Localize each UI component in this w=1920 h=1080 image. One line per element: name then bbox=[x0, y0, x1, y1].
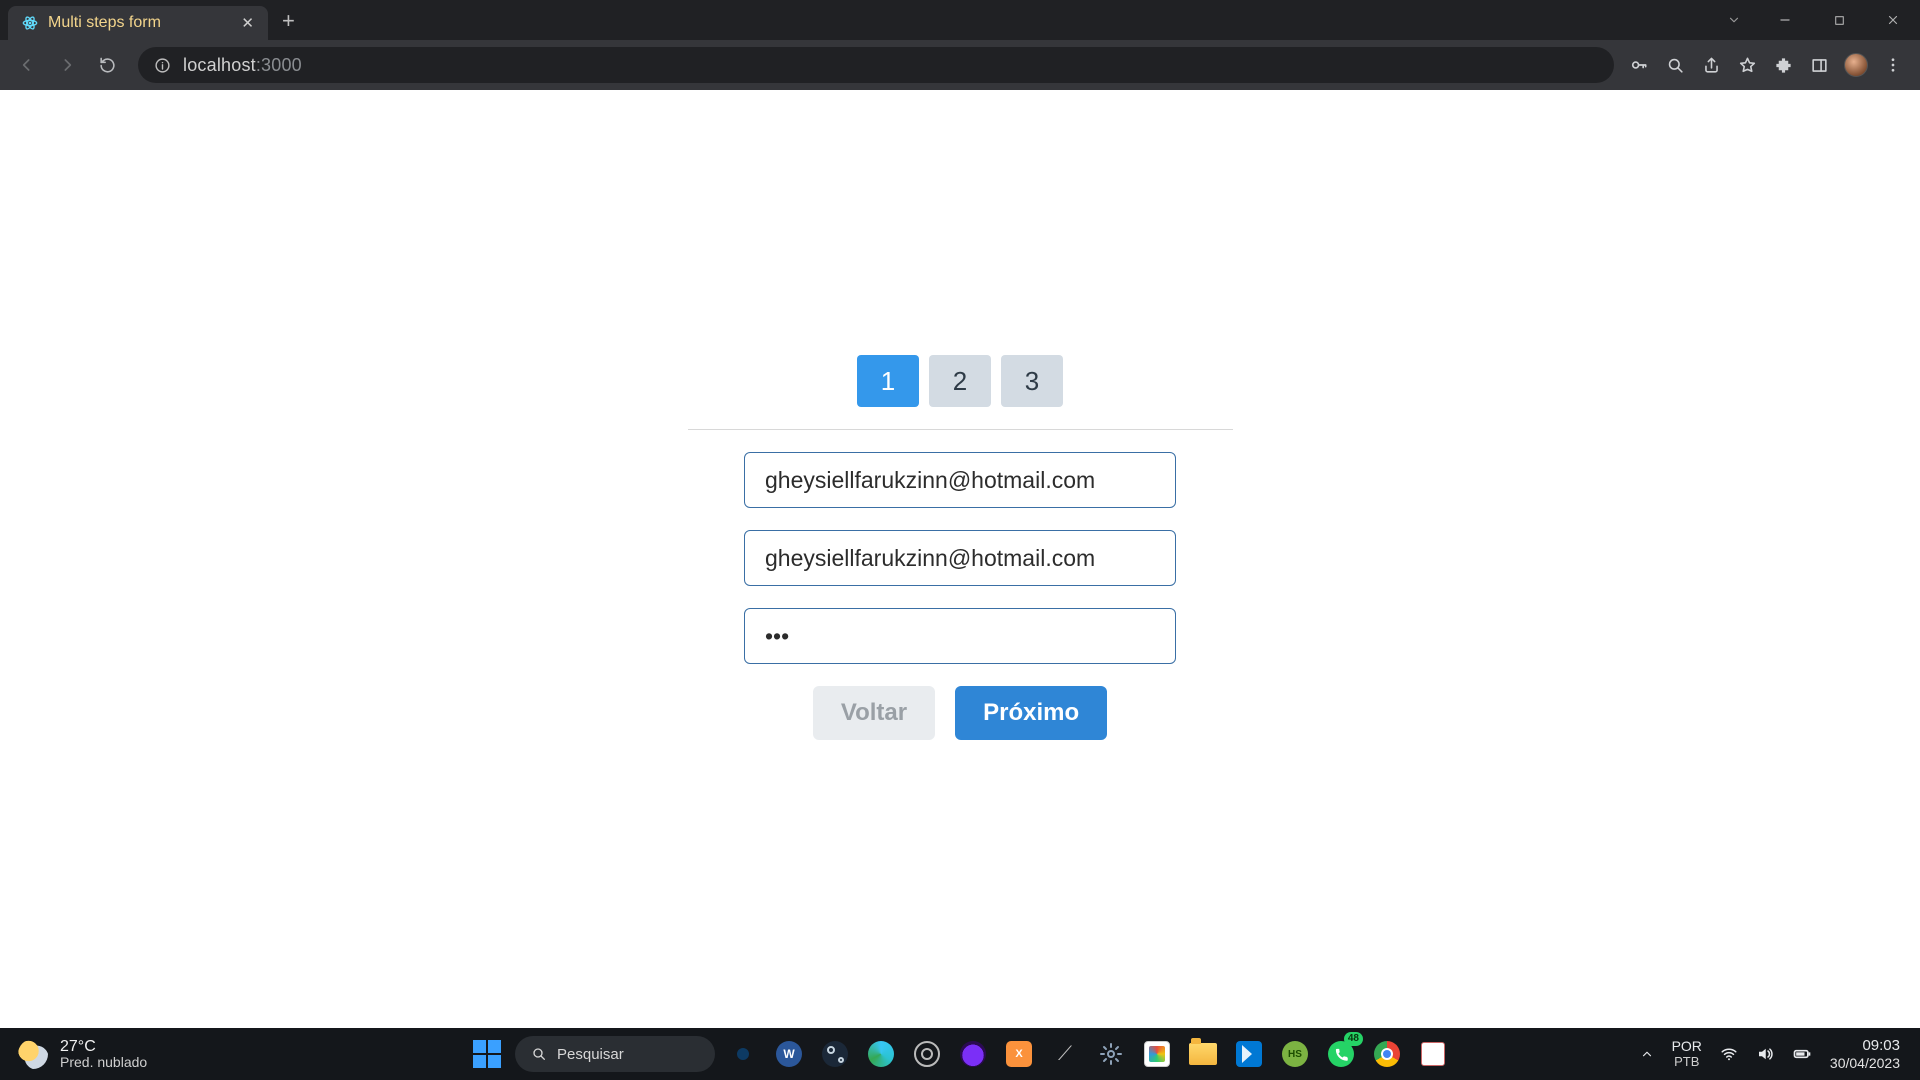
bookmark-star-icon[interactable] bbox=[1736, 54, 1758, 76]
tray-overflow-button[interactable] bbox=[1640, 1047, 1654, 1061]
side-panel-icon[interactable] bbox=[1808, 54, 1830, 76]
tab-strip: Multi steps form ✕ + bbox=[0, 0, 1920, 40]
url-host: localhost bbox=[183, 55, 256, 75]
clock-time: 09:03 bbox=[1830, 1037, 1900, 1054]
extensions-icon[interactable] bbox=[1772, 54, 1794, 76]
wifi-icon[interactable] bbox=[1720, 1045, 1738, 1063]
taskbar-search-placeholder: Pesquisar bbox=[557, 1046, 624, 1063]
nav-forward-button[interactable] bbox=[50, 48, 84, 82]
tray-clock[interactable]: 09:03 30/04/2023 bbox=[1830, 1037, 1900, 1070]
step-3[interactable]: 3 bbox=[1001, 355, 1063, 407]
taskbar-app-photos[interactable] bbox=[1139, 1036, 1175, 1072]
weather-text: 27°C Pred. nublado bbox=[60, 1038, 147, 1071]
multistep-form: 1 2 3 Voltar Próximo bbox=[688, 355, 1233, 740]
taskbar-center: Pesquisar W X ⟋ HS 48 bbox=[469, 1036, 1451, 1072]
taskbar-search[interactable]: Pesquisar bbox=[515, 1036, 715, 1072]
taskbar-app-chrome[interactable] bbox=[1369, 1036, 1405, 1072]
clock-date: 30/04/2023 bbox=[1830, 1055, 1900, 1071]
taskbar-app-explorer[interactable] bbox=[1185, 1036, 1221, 1072]
windows-logo-icon bbox=[473, 1040, 501, 1068]
email-field[interactable] bbox=[744, 452, 1176, 508]
taskbar-app-obs[interactable] bbox=[909, 1036, 945, 1072]
taskbar-weather-widget[interactable]: 27°C Pred. nublado bbox=[0, 1038, 147, 1071]
page-viewport: 1 2 3 Voltar Próximo bbox=[0, 90, 1920, 1028]
volume-icon[interactable] bbox=[1756, 1045, 1774, 1063]
toolbar-right-icons bbox=[1628, 53, 1910, 77]
window-close-button[interactable] bbox=[1866, 0, 1920, 40]
taskbar-app-vscode[interactable] bbox=[1231, 1036, 1267, 1072]
taskbar-app-hs[interactable]: HS bbox=[1277, 1036, 1313, 1072]
browser-toolbar: localhost:3000 bbox=[0, 40, 1920, 90]
password-field[interactable] bbox=[744, 608, 1176, 664]
site-info-icon[interactable] bbox=[154, 57, 171, 74]
taskbar-app-whatsapp[interactable]: 48 bbox=[1323, 1036, 1359, 1072]
taskbar-app-steam[interactable] bbox=[817, 1036, 853, 1072]
taskbar-app-bing[interactable] bbox=[725, 1036, 761, 1072]
weather-temp: 27°C bbox=[60, 1038, 147, 1056]
tab-close-button[interactable]: ✕ bbox=[241, 14, 254, 32]
tray-language[interactable]: POR PTB bbox=[1672, 1039, 1702, 1069]
lang-line1: POR bbox=[1672, 1039, 1702, 1054]
start-button[interactable] bbox=[469, 1036, 505, 1072]
taskbar-app-generic2[interactable] bbox=[1415, 1036, 1451, 1072]
new-tab-button[interactable]: + bbox=[268, 8, 309, 34]
taskbar-app-firefox[interactable] bbox=[955, 1036, 991, 1072]
taskbar-app-settings[interactable] bbox=[1093, 1036, 1129, 1072]
step-indicator-row: 1 2 3 bbox=[688, 355, 1233, 430]
tab-search-button[interactable] bbox=[1710, 0, 1758, 40]
confirm-email-field[interactable] bbox=[744, 530, 1176, 586]
form-actions: Voltar Próximo bbox=[688, 686, 1233, 740]
chrome-menu-icon[interactable] bbox=[1882, 54, 1904, 76]
windows-taskbar: 27°C Pred. nublado Pesquisar W X ⟋ HS 48 bbox=[0, 1028, 1920, 1080]
weather-desc: Pred. nublado bbox=[60, 1055, 147, 1070]
tab-title: Multi steps form bbox=[48, 14, 231, 32]
browser-chrome: Multi steps form ✕ + bbox=[0, 0, 1920, 90]
zoom-icon[interactable] bbox=[1664, 54, 1686, 76]
address-bar-url: localhost:3000 bbox=[183, 55, 302, 76]
share-icon[interactable] bbox=[1700, 54, 1722, 76]
password-key-icon[interactable] bbox=[1628, 54, 1650, 76]
window-maximize-button[interactable] bbox=[1812, 0, 1866, 40]
battery-icon[interactable] bbox=[1792, 1044, 1812, 1064]
step-2[interactable]: 2 bbox=[929, 355, 991, 407]
react-icon bbox=[22, 15, 38, 31]
taskbar-app-xampp[interactable]: X bbox=[1001, 1036, 1037, 1072]
profile-avatar[interactable] bbox=[1844, 53, 1868, 77]
form-fields bbox=[688, 452, 1233, 664]
whatsapp-badge: 48 bbox=[1344, 1032, 1363, 1046]
taskbar-app-generic1[interactable]: ⟋ bbox=[1047, 1036, 1083, 1072]
lang-line2: PTB bbox=[1672, 1055, 1702, 1069]
window-controls bbox=[1710, 0, 1920, 40]
window-minimize-button[interactable] bbox=[1758, 0, 1812, 40]
next-button[interactable]: Próximo bbox=[955, 686, 1107, 740]
url-port: :3000 bbox=[256, 55, 302, 75]
nav-reload-button[interactable] bbox=[90, 48, 124, 82]
step-1[interactable]: 1 bbox=[857, 355, 919, 407]
taskbar-app-edge[interactable] bbox=[863, 1036, 899, 1072]
nav-back-button[interactable] bbox=[10, 48, 44, 82]
back-button[interactable]: Voltar bbox=[813, 686, 935, 740]
browser-tab-active[interactable]: Multi steps form ✕ bbox=[8, 6, 268, 40]
system-tray: POR PTB 09:03 30/04/2023 bbox=[1640, 1037, 1920, 1070]
address-bar[interactable]: localhost:3000 bbox=[138, 47, 1614, 83]
weather-icon bbox=[18, 1039, 48, 1069]
search-icon bbox=[531, 1046, 547, 1062]
taskbar-app-word[interactable]: W bbox=[771, 1036, 807, 1072]
